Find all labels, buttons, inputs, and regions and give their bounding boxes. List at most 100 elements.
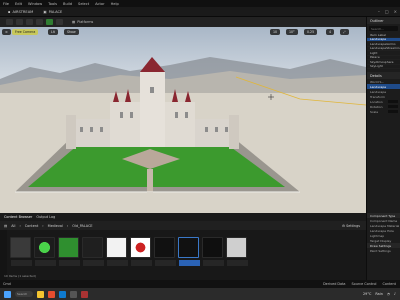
corner-tower-left	[66, 115, 76, 149]
file-explorer-icon[interactable]	[37, 290, 44, 298]
details-row[interactable]: Paint Settings	[367, 248, 400, 253]
derived-data-button[interactable]: Derived Data	[323, 282, 345, 286]
details-row: Component Name	[370, 218, 398, 223]
maximize-viewport-button[interactable]: ⤢	[340, 29, 349, 35]
details-row-label: Rotation	[370, 104, 383, 109]
rotation-field[interactable]	[388, 104, 398, 109]
system-tray: 29°C Rain ◔ ♪	[363, 292, 396, 296]
unreal-icon[interactable]	[70, 290, 77, 298]
status-items: Derived Data Source Control Content	[323, 282, 396, 286]
folder-icon: ▤	[4, 223, 8, 228]
asset-tile[interactable]	[226, 237, 248, 266]
details-row-label: Landscape	[370, 89, 387, 94]
content-button[interactable]: Content	[383, 282, 397, 286]
minimize-icon[interactable]: –	[378, 9, 380, 14]
volume-icon[interactable]: ♪	[394, 292, 396, 296]
location-field[interactable]	[388, 99, 398, 104]
content-browser-tabs: Content Browser Output Log	[0, 213, 366, 221]
window-controls: – □ ×	[378, 9, 397, 14]
menu-window[interactable]: Window	[28, 2, 42, 6]
scale-field[interactable]	[388, 109, 398, 114]
close-icon[interactable]: ×	[394, 9, 397, 14]
details-row-label: Location	[370, 99, 383, 104]
menu-tools[interactable]: Tools	[48, 2, 57, 6]
play-button[interactable]	[46, 19, 53, 25]
asset-label	[59, 260, 80, 266]
camera-mode-button[interactable]: Free Camera	[12, 29, 39, 35]
project-tab[interactable]: ▪ AIRSTREAM	[8, 10, 33, 14]
output-log-tab[interactable]: Output Log	[36, 215, 55, 219]
browser-icon[interactable]	[48, 290, 55, 298]
level-tab[interactable]: ▣ PALACE	[43, 10, 62, 14]
chevron-right-icon: ›	[42, 223, 44, 228]
details-row: Component Type	[367, 213, 400, 218]
asset-tile[interactable]	[34, 237, 56, 266]
menu-file[interactable]: File	[3, 2, 9, 6]
menu-actor[interactable]: Actor	[95, 2, 104, 6]
edge-icon[interactable]	[59, 290, 66, 298]
outliner-row[interactable]: SkyLight	[367, 64, 400, 69]
settings-button[interactable]: ⚙ Settings	[342, 224, 360, 228]
menu-bar: File Edit Window Tools Build Select Acto…	[0, 0, 400, 7]
path-walk	[147, 169, 153, 193]
level-viewport[interactable]: ≡ Free Camera Lit Show 10 10° 0.25 4 ⤢	[0, 27, 366, 213]
show-button[interactable]: Show	[64, 29, 79, 35]
viewport-menu-button[interactable]: ≡	[2, 29, 11, 35]
asset-tile[interactable]	[130, 237, 152, 266]
menu-edit[interactable]: Edit	[15, 2, 22, 6]
weather-temp: 29°C	[363, 292, 372, 296]
path-segment[interactable]: Medieval	[48, 224, 63, 228]
landscape-details-panel: Component Type Component Name Landscape …	[366, 213, 400, 280]
scale-snap-button[interactable]: 0.25	[304, 29, 318, 35]
menu-build[interactable]: Build	[63, 2, 72, 6]
wifi-icon[interactable]: ◔	[387, 292, 390, 296]
asset-tile[interactable]	[10, 237, 32, 266]
select-mode-button[interactable]	[6, 19, 13, 25]
project-tab-label: AIRSTREAM	[12, 9, 34, 14]
asset-label	[35, 260, 56, 266]
cmd-input[interactable]: Cmd	[3, 282, 11, 286]
details-title: Details	[367, 72, 400, 79]
details-row-label: Scale	[370, 109, 379, 114]
menu-help[interactable]: Help	[111, 2, 119, 6]
path-segment[interactable]: Content	[25, 224, 39, 228]
status-bar: Cmd Derived Data Source Control Content	[0, 280, 400, 288]
tower-roof	[140, 57, 165, 72]
asset-tile[interactable]	[58, 237, 80, 266]
scale-row: Scale	[367, 109, 400, 114]
asset-tile-selected[interactable]	[178, 237, 200, 266]
add-actor-button[interactable]	[16, 19, 23, 25]
blueprint-button[interactable]	[26, 19, 33, 25]
menu-select[interactable]: Select	[78, 2, 89, 6]
outliner-search[interactable]: Search...	[369, 26, 398, 31]
cinematics-button[interactable]	[36, 19, 43, 25]
play-options-button[interactable]	[56, 19, 63, 25]
camera-speed-button[interactable]: 4	[326, 29, 335, 35]
asset-tile[interactable]	[202, 237, 224, 266]
details-row[interactable]: Landscape Material	[367, 223, 400, 228]
lit-mode-button[interactable]: Lit	[48, 29, 58, 35]
main-toolbar: ▦ Platforms	[0, 17, 366, 27]
asset-tile[interactable]	[82, 237, 104, 266]
os-taskbar: Search 29°C Rain ◔ ♪	[0, 288, 400, 300]
start-icon[interactable]	[4, 290, 11, 298]
outliner-title: Outliner	[367, 17, 400, 24]
content-browser-tab[interactable]: Content Browser	[4, 215, 32, 219]
asset-tile[interactable]	[154, 237, 176, 266]
chevron-right-icon: ›	[66, 223, 69, 228]
taskbar-search[interactable]: Search	[15, 291, 33, 297]
app-icon[interactable]	[81, 290, 88, 298]
path-segment[interactable]: Old_PALACE	[72, 224, 92, 228]
path-segment[interactable]: All	[11, 224, 15, 228]
viewport-scene	[0, 57, 366, 213]
asset-label	[203, 260, 224, 266]
rotation-snap-button[interactable]: 10°	[286, 29, 298, 35]
save-icon: ▪	[8, 9, 11, 14]
grid-snap-button[interactable]: 10	[270, 29, 281, 35]
maximize-icon[interactable]: □	[385, 9, 389, 14]
source-control-button[interactable]: Source Control	[352, 282, 377, 286]
content-browser-grid: 10 items (1 selected)	[0, 230, 366, 280]
asset-tile[interactable]	[106, 237, 128, 266]
platforms-button[interactable]: ▦ Platforms	[72, 20, 93, 24]
title-bar: ▪ AIRSTREAM ▣ PALACE – □ ×	[0, 7, 400, 17]
